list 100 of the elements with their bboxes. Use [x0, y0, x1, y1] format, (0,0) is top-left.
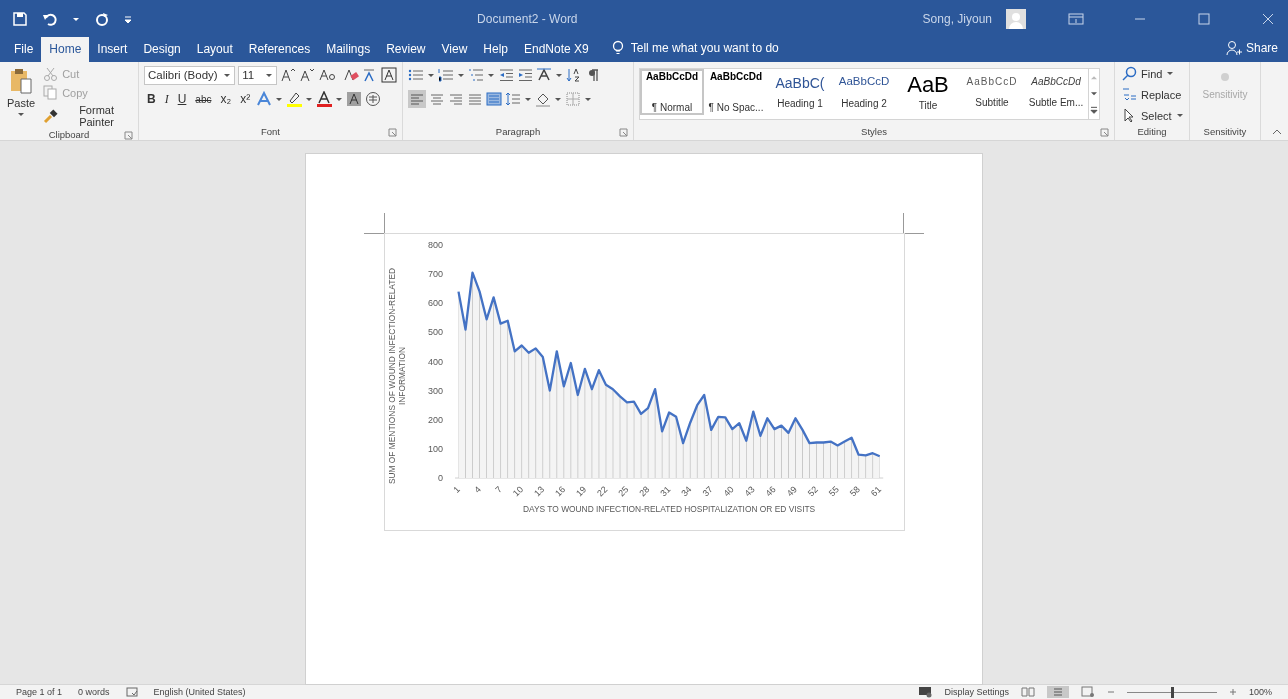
replace-button[interactable]: Replace [1120, 86, 1184, 103]
distributed-icon[interactable] [486, 91, 502, 107]
dialog-launcher-icon[interactable] [619, 128, 628, 137]
share-button[interactable]: Share [1225, 40, 1278, 62]
character-border-icon[interactable] [381, 67, 397, 83]
ribbon-tab[interactable]: Home [41, 37, 90, 62]
dialog-launcher-icon[interactable] [124, 131, 133, 140]
highlight-icon[interactable] [286, 91, 303, 107]
undo-icon[interactable] [42, 11, 58, 27]
language[interactable]: English (United States) [153, 687, 246, 697]
caret-icon[interactable] [1175, 112, 1184, 119]
zoom-slider[interactable] [1170, 686, 1174, 698]
format-button[interactable]: I [161, 91, 172, 107]
print-layout-icon[interactable] [1046, 686, 1069, 698]
format-button[interactable]: U [174, 92, 190, 106]
display-settings[interactable]: Display Settings [944, 687, 1009, 697]
bullets-icon[interactable] [408, 67, 424, 83]
find-button[interactable]: Find [1120, 65, 1184, 82]
text-direction-icon[interactable] [536, 67, 552, 83]
format-button[interactable]: x² [237, 92, 254, 106]
style-item[interactable]: AaBbCcDd ¶ Normal [640, 69, 704, 115]
caret-icon[interactable] [265, 71, 273, 79]
shading-icon[interactable] [346, 91, 363, 107]
user-name[interactable]: Song, Jiyoun [922, 12, 992, 26]
numbering-icon[interactable] [438, 67, 454, 83]
ribbon-tab[interactable]: Mailings [318, 37, 379, 62]
ribbon-tab[interactable]: View [433, 37, 476, 62]
format-button[interactable]: abc [192, 93, 215, 105]
ribbon-tab[interactable]: EndNote X9 [516, 37, 597, 62]
save-icon[interactable] [12, 11, 28, 27]
font-color-icon[interactable] [316, 91, 333, 107]
x-tick-label: 61 [868, 484, 884, 499]
ribbon-tab[interactable]: Insert [89, 37, 136, 62]
font-name-field[interactable]: Calibri (Body) [144, 65, 236, 85]
dialog-launcher-icon[interactable] [1100, 128, 1109, 137]
caret-icon[interactable] [487, 71, 495, 79]
ribbon-tab[interactable]: Layout [188, 37, 241, 62]
style-item[interactable]: AaBbCcD Heading 2 [832, 69, 896, 115]
zoom-in-icon[interactable] [1228, 687, 1237, 697]
caret-icon[interactable] [72, 15, 80, 23]
display-icon[interactable] [918, 686, 933, 698]
ribbon-tab[interactable]: Review [378, 37, 434, 62]
y-tick-label: 500 [427, 327, 443, 338]
paste-button[interactable]: Paste [5, 65, 38, 129]
lightbulb-icon[interactable] [610, 40, 625, 56]
caret-icon[interactable] [17, 111, 26, 118]
caret-icon[interactable] [427, 71, 435, 79]
caret-icon[interactable] [555, 71, 563, 79]
close-icon[interactable] [1260, 11, 1276, 27]
shrink-font-icon[interactable] [299, 67, 315, 83]
format-button[interactable]: x₂ [217, 92, 235, 106]
x-tick-label: 31 [658, 484, 673, 499]
ribbon-tab[interactable]: References [240, 37, 319, 62]
y-axis-title: SUM OF MENTIONS OF WOUND INFECTION-RELATED INFORMATION [387, 266, 407, 487]
select-button[interactable]: Select [1120, 107, 1184, 124]
line-spacing-icon[interactable] [505, 91, 521, 107]
decrease-indent-icon[interactable] [498, 67, 514, 83]
web-layout-icon[interactable] [1080, 686, 1095, 698]
text-effects-icon[interactable] [256, 91, 273, 107]
caret-icon[interactable] [584, 95, 592, 103]
caret-icon[interactable] [1166, 70, 1175, 77]
page-count[interactable]: Page 1 of 1 [16, 687, 63, 697]
ribbon-tab[interactable]: Help [475, 37, 516, 62]
caret-icon[interactable] [457, 71, 465, 79]
read-mode-icon[interactable] [1020, 686, 1035, 698]
ribbon-tab[interactable]: File [6, 37, 42, 62]
caret-icon[interactable] [524, 95, 532, 103]
word-count[interactable]: 0 words [78, 687, 110, 697]
ribbon-tab[interactable]: Design [135, 37, 189, 62]
customize-toolbar-icon[interactable] [124, 14, 132, 24]
collapse-ribbon-icon[interactable] [1272, 127, 1282, 136]
x-tick-label: 55 [826, 484, 841, 499]
style-item[interactable]: AaBbCcDd ¶ No Spac... [704, 69, 768, 115]
ribbon-display-icon[interactable] [1068, 11, 1084, 27]
style-item[interactable]: AaBbCcDd Subtle Em... [1024, 69, 1088, 115]
multilevel-list-icon[interactable] [468, 67, 484, 83]
redo-icon[interactable] [94, 11, 110, 27]
enclose-characters-icon[interactable] [365, 91, 382, 107]
sort-icon[interactable] [566, 67, 582, 83]
increase-indent-icon[interactable] [517, 67, 533, 83]
x-tick-label: 16 [553, 484, 568, 499]
tell-me-field[interactable]: Tell me what you want to do [630, 41, 779, 55]
dialog-launcher-icon[interactable] [388, 128, 397, 137]
format-button[interactable]: B [144, 92, 159, 106]
caret-icon[interactable] [554, 95, 562, 103]
style-item[interactable]: AaB Title [896, 69, 960, 115]
zoom-level[interactable]: 100% [1248, 687, 1272, 697]
style-item[interactable]: AaBbC( Heading 1 [768, 69, 832, 115]
grow-font-icon[interactable] [280, 67, 296, 83]
style-item[interactable]: AaBbCcD Subtitle [960, 69, 1024, 115]
clear-formatting-icon[interactable] [343, 67, 359, 83]
caret-icon[interactable] [275, 95, 284, 103]
caret-icon[interactable] [223, 71, 232, 79]
paint-bucket-icon[interactable] [535, 91, 551, 107]
caret-icon[interactable] [335, 95, 344, 103]
clipboard-button[interactable]: Format Painter [41, 103, 133, 129]
font-size-field[interactable]: 11 [238, 65, 277, 85]
proofing-icon[interactable] [125, 687, 138, 697]
caret-icon[interactable] [305, 95, 314, 103]
paintbrush-icon [43, 108, 59, 124]
